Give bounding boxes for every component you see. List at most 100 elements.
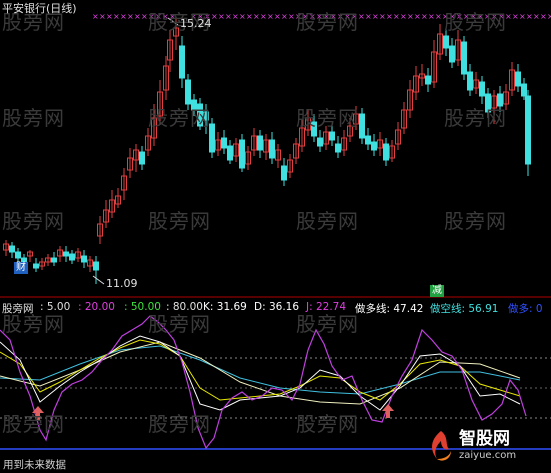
cross-marker: × (547, 12, 551, 21)
chart-title: 平安银行(日线) (2, 2, 77, 15)
cross-marker: × (141, 12, 148, 21)
low-pointer (92, 275, 105, 285)
kong-line (0, 345, 521, 395)
cross-marker: × (218, 12, 225, 21)
param-50: : 50.00 (124, 301, 161, 313)
cross-marker: × (92, 12, 99, 21)
cross-marker: × (267, 12, 274, 21)
cross-marker: × (316, 12, 323, 21)
candle-body (443, 35, 449, 49)
cross-marker: × (295, 12, 302, 21)
candle-body (329, 131, 335, 141)
candle-body (221, 137, 227, 149)
cross-marker: × (162, 12, 169, 21)
cross-marker: × (477, 12, 484, 21)
cross-marker: × (337, 12, 344, 21)
cross-marker: × (505, 12, 512, 21)
cross-marker: × (484, 12, 491, 21)
duo-line-value: 做多线: 47.42 (355, 303, 424, 315)
candle-body (461, 41, 467, 75)
candle-body (139, 151, 145, 165)
candle-body (15, 251, 21, 259)
top-cross-markers: × × × × × × × × × × × × × × × × × × × × × × × × × × × × × × × × × × × × × × × ×… (92, 12, 551, 21)
cross-marker: × (442, 12, 449, 21)
candle-body (311, 121, 317, 137)
candle-body (269, 139, 275, 159)
cross-marker: × (260, 12, 267, 21)
cross-marker: × (302, 12, 309, 21)
cross-marker: × (225, 12, 232, 21)
k-line (0, 335, 521, 411)
cross-marker: × (407, 12, 414, 21)
candle-body (69, 253, 75, 261)
cross-marker: × (498, 12, 505, 21)
cross-marker: × (540, 12, 547, 21)
candle-body (197, 103, 203, 127)
cross-marker: × (253, 12, 260, 21)
candle-body (497, 93, 503, 107)
candle-body (485, 93, 491, 113)
low-price-label: 11.09 (106, 277, 138, 290)
cross-marker: × (288, 12, 295, 21)
cross-marker: × (491, 12, 498, 21)
candle-body (51, 257, 57, 263)
cross-marker: × (533, 12, 540, 21)
cross-marker: × (421, 12, 428, 21)
future-data-note: 用到未来数据 (3, 459, 66, 471)
candle-body (227, 145, 233, 161)
candle-body (203, 111, 209, 121)
j-value: J: 22.74 (306, 301, 347, 313)
indicator-name[interactable]: 股旁网 (2, 301, 34, 316)
jian-badge[interactable]: 减 (430, 285, 444, 297)
cross-marker: × (281, 12, 288, 21)
cross-marker: × (449, 12, 456, 21)
candle-body (317, 137, 323, 147)
candle-body (371, 141, 377, 151)
candle-body (257, 135, 263, 151)
kong-line-value: 做空线: 56.91 (430, 303, 499, 315)
candle-body (185, 79, 191, 105)
cross-marker: × (519, 12, 526, 21)
d-line (0, 339, 521, 401)
price-chart[interactable]: × × × × × × × × × × × × × × × × × × × × × × × × × × × × × × × × × × × × × × × ×… (0, 0, 551, 473)
cross-marker: × (512, 12, 519, 21)
candle-body (9, 245, 15, 253)
site-logo: 智股网 zaiyue.com (423, 427, 543, 469)
cross-marker: × (232, 12, 239, 21)
cross-marker: × (274, 12, 281, 21)
cross-marker: × (379, 12, 386, 21)
cross-marker: × (428, 12, 435, 21)
cross-marker: × (127, 12, 134, 21)
candle-body (365, 135, 371, 145)
cross-marker: × (309, 12, 316, 21)
cross-marker: × (246, 12, 253, 21)
candle-body (467, 71, 473, 91)
d-value: D: 36.16 (254, 301, 300, 313)
cross-marker: × (456, 12, 463, 21)
candlesticks (3, 18, 531, 284)
cross-marker: × (526, 12, 533, 21)
cai-badge[interactable]: 财 (14, 262, 28, 274)
cross-marker: × (155, 12, 162, 21)
param-80: : 80.00 (166, 301, 203, 313)
cross-marker: × (323, 12, 330, 21)
cross-marker: × (372, 12, 379, 21)
cross-marker: × (386, 12, 393, 21)
cross-marker: × (470, 12, 477, 21)
candle-body (449, 45, 455, 63)
candle-body (525, 95, 531, 165)
candle-body (335, 143, 341, 153)
cross-marker: × (358, 12, 365, 21)
param-20: : 20.00 (78, 301, 115, 313)
duo-value: 做多: 0 (508, 303, 543, 315)
cross-marker: × (393, 12, 400, 21)
param-5: : 5.00 (40, 301, 71, 313)
cross-marker: × (351, 12, 358, 21)
candle-body (63, 251, 69, 257)
candle-body (33, 263, 39, 269)
candle-body (281, 165, 287, 181)
candle-body (425, 75, 431, 85)
cross-marker: × (344, 12, 351, 21)
candle-body (515, 71, 521, 87)
cross-marker: × (365, 12, 372, 21)
